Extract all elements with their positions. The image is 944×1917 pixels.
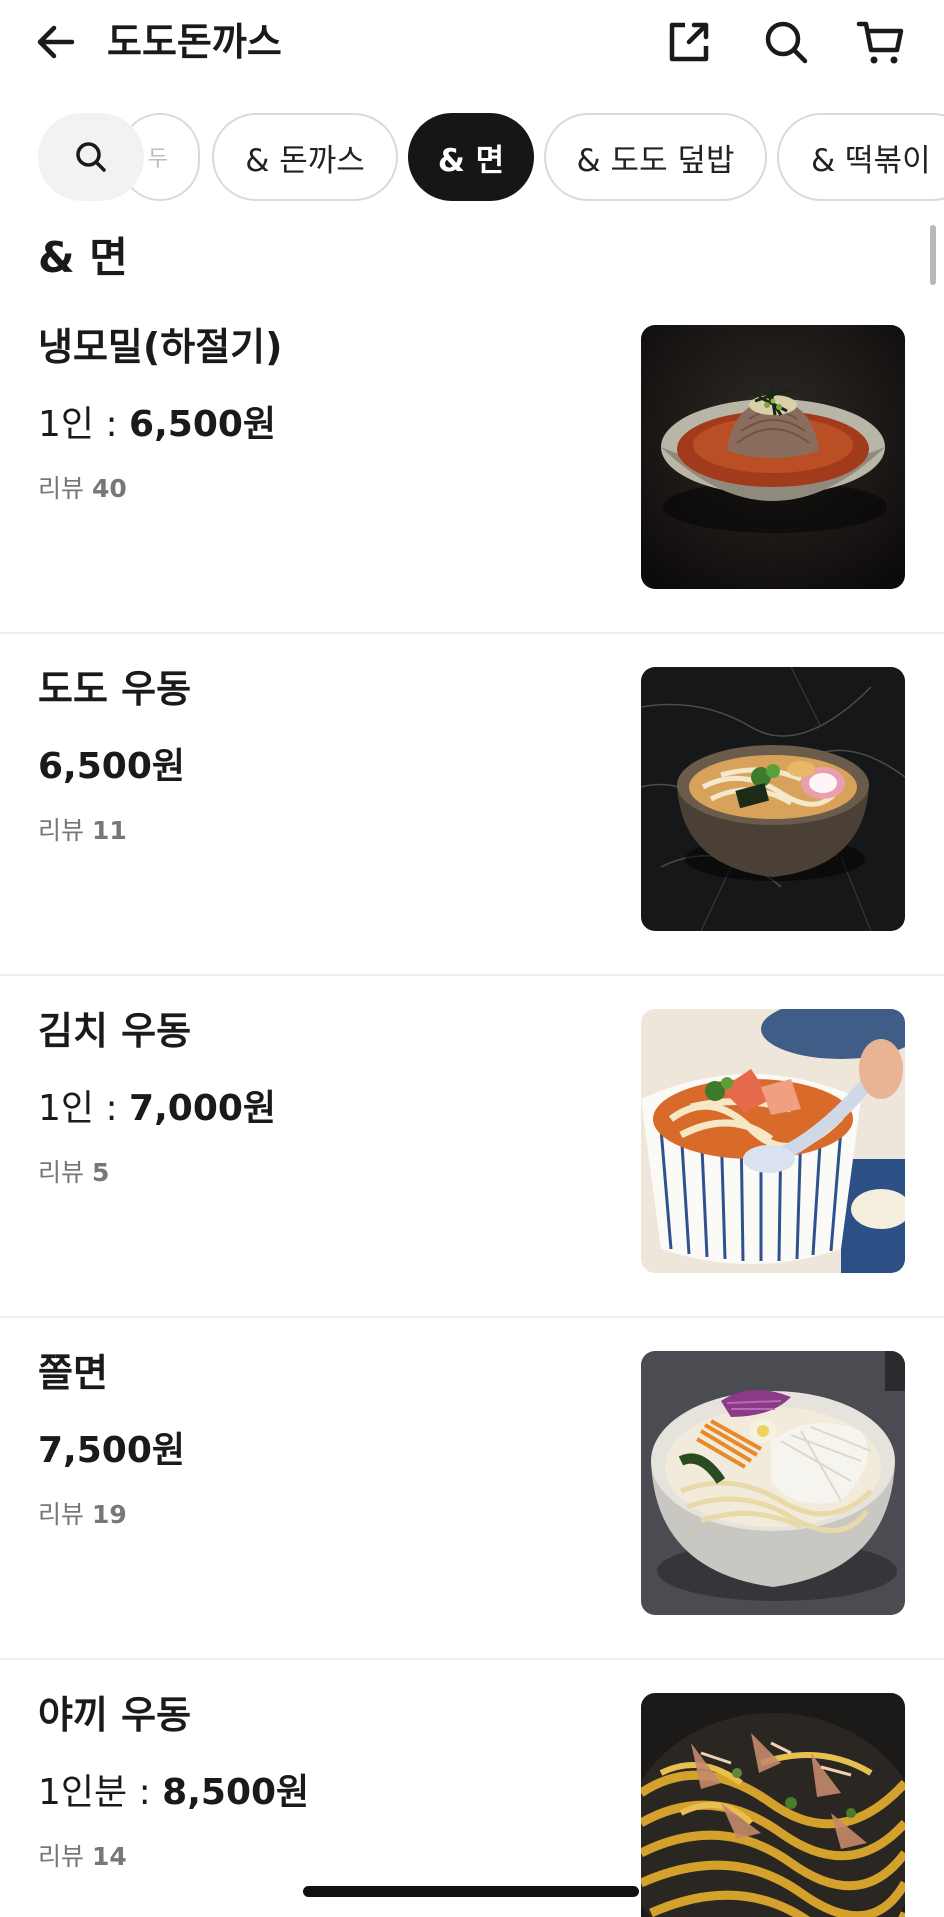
home-indicator xyxy=(303,1886,639,1897)
menu-item-review: 리뷰 14 xyxy=(38,1842,127,1871)
category-chip-noodles[interactable]: & 면 xyxy=(408,113,534,201)
menu-item[interactable]: 도도 우동 6,500원 리뷰 11 xyxy=(0,634,944,976)
arrow-left-icon xyxy=(37,25,75,59)
scrollbar[interactable] xyxy=(930,225,936,285)
category-chip-tteokbokki[interactable]: & 떡볶이 xyxy=(777,113,944,201)
menu-item-review: 리뷰 11 xyxy=(38,816,127,845)
cart-icon xyxy=(856,21,904,64)
share-button[interactable] xyxy=(663,16,715,68)
menu-item-review: 리뷰 40 xyxy=(38,474,127,503)
back-button[interactable] xyxy=(32,18,80,66)
cold-soba-photo xyxy=(641,325,905,589)
menu-item-price: 1인 : 6,500원 xyxy=(38,404,277,445)
menu-item[interactable]: 김치 우동 1인 : 7,000원 리뷰 5 xyxy=(0,976,944,1318)
category-chip-bar: 두 & 돈까스 & 면 & 도도 덮밥 & 떡볶이 xyxy=(0,113,944,201)
category-chip-dodo-rice-bowl[interactable]: & 도도 덮밥 xyxy=(544,113,767,201)
menu-item-name: 쫄면 xyxy=(38,1351,108,1395)
menu-item-review: 리뷰 5 xyxy=(38,1158,110,1187)
kimchi-udon-photo xyxy=(641,1009,905,1273)
menu-item-name: 도도 우동 xyxy=(38,667,192,711)
search-icon xyxy=(765,21,808,64)
menu-item[interactable]: 쫄면 7,500원 리뷰 19 xyxy=(0,1318,944,1660)
menu-item-name: 냉모밀(하절기) xyxy=(38,325,283,369)
udon-photo xyxy=(641,667,905,931)
search-button[interactable] xyxy=(760,16,812,68)
category-chip-donkatsu[interactable]: & 돈까스 xyxy=(212,113,398,201)
search-icon xyxy=(76,142,106,172)
share-icon xyxy=(669,22,709,62)
app-header: 도도돈까스 xyxy=(0,0,944,84)
menu-item[interactable]: 야끼 우동 1인분 : 8,500원 리뷰 14 xyxy=(0,1660,944,1917)
menu-item-price: 7,500원 xyxy=(38,1430,185,1471)
menu-item[interactable]: 냉모밀(하절기) 1인 : 6,500원 리뷰 40 xyxy=(0,292,944,634)
menu-item-price: 1인분 : 8,500원 xyxy=(38,1772,310,1813)
menu-item-price: 6,500원 xyxy=(38,746,185,787)
menu-item-name: 김치 우동 xyxy=(38,1009,192,1053)
yaki-udon-photo xyxy=(641,1693,905,1917)
menu-item-name: 야끼 우동 xyxy=(38,1693,192,1737)
menu-item-review: 리뷰 19 xyxy=(38,1500,127,1529)
section-title: & 면 xyxy=(38,233,128,282)
menu-item-price: 1인 : 7,000원 xyxy=(38,1088,277,1129)
menu-list: 냉모밀(하절기) 1인 : 6,500원 리뷰 40 도도 우동 6,500원 … xyxy=(0,292,944,1917)
cart-button[interactable] xyxy=(855,16,907,68)
category-search-button[interactable] xyxy=(38,113,144,201)
page-title: 도도돈까스 xyxy=(107,20,282,64)
jjolmyeon-photo xyxy=(641,1351,905,1615)
